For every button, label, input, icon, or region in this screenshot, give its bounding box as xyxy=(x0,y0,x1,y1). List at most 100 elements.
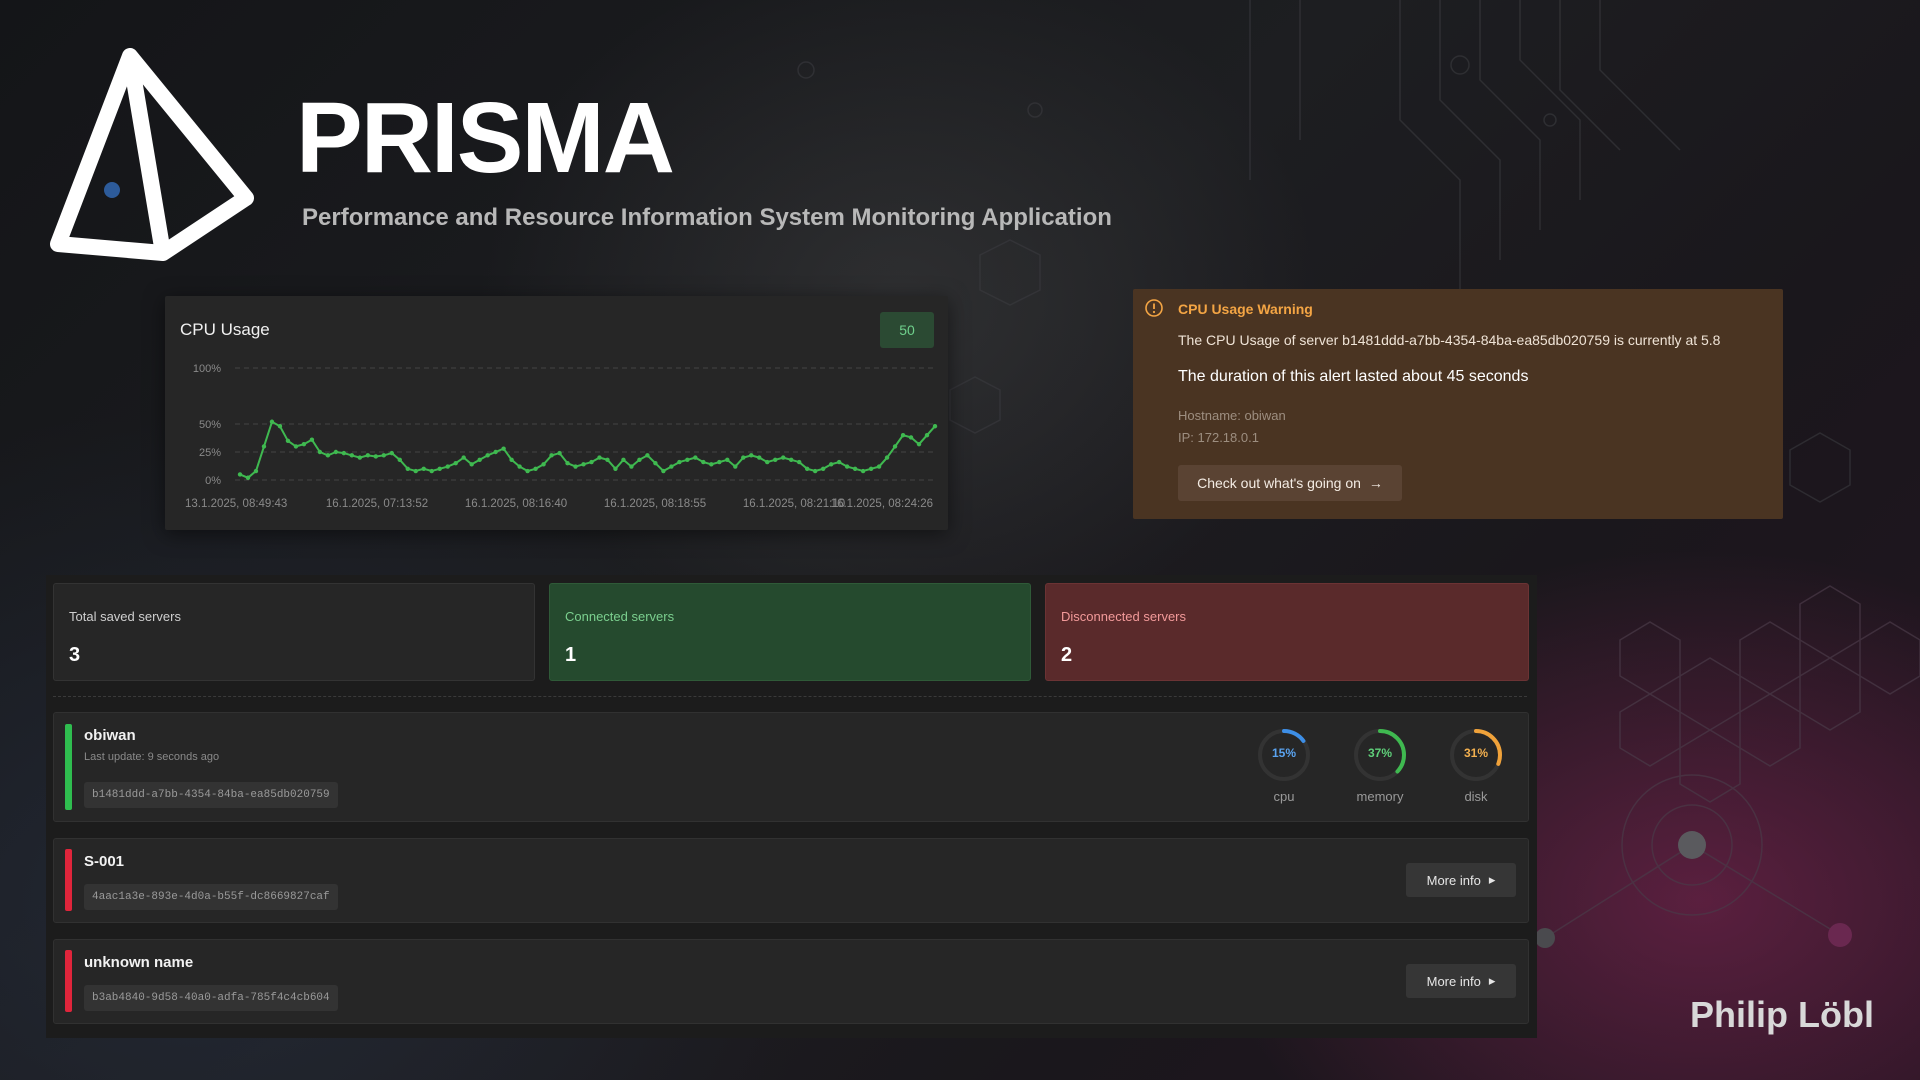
data-point xyxy=(605,457,610,463)
data-point xyxy=(844,464,850,469)
connected-servers-card: Connected servers 1 xyxy=(549,583,1031,681)
server-uuid: b1481ddd-a7bb-4354-84ba-ea85db020759 xyxy=(84,782,338,808)
data-point xyxy=(884,455,890,460)
data-point xyxy=(717,459,722,465)
data-point xyxy=(637,457,642,463)
data-point xyxy=(357,455,363,460)
data-point xyxy=(429,468,434,474)
server-uuid: 4aac1a3e-893e-4d0a-b55f-dc8669827caf xyxy=(84,884,338,910)
status-indicator-connected xyxy=(65,724,72,810)
server-row-obiwan[interactable]: obiwan Last update: 9 seconds ago b1481d… xyxy=(53,712,1529,822)
data-point xyxy=(277,424,283,429)
data-point xyxy=(804,466,810,471)
y-tick-label: 50% xyxy=(199,419,221,431)
caret-right-icon: ▸ xyxy=(1488,872,1496,887)
data-point xyxy=(661,468,666,474)
check-out-button[interactable]: Check out what's going on → xyxy=(1178,465,1402,501)
data-point xyxy=(525,468,530,474)
data-point xyxy=(828,462,834,467)
cpu-card-title: CPU Usage xyxy=(180,320,270,339)
data-point xyxy=(461,455,466,460)
data-point xyxy=(381,453,386,458)
server-name: obiwan xyxy=(84,727,136,744)
data-point xyxy=(333,449,339,455)
data-point xyxy=(868,466,874,471)
x-tick-label: 16.1.2025, 08:24:26 xyxy=(831,498,933,510)
more-info-label: More info xyxy=(1426,872,1481,888)
data-point xyxy=(341,450,347,456)
data-point xyxy=(781,455,786,460)
more-info-button[interactable]: More info ▸ xyxy=(1406,863,1516,897)
x-tick-label: 13.1.2025, 08:49:43 xyxy=(185,498,287,510)
data-point xyxy=(908,435,914,440)
server-name: S-001 xyxy=(84,853,125,870)
data-point xyxy=(517,464,522,469)
data-point xyxy=(245,475,251,480)
data-point xyxy=(900,433,906,438)
more-info-button[interactable]: More info ▸ xyxy=(1406,964,1516,998)
data-point xyxy=(820,466,826,471)
data-point xyxy=(389,450,394,456)
disk-gauge: 31% disk xyxy=(1446,727,1506,804)
data-point xyxy=(645,453,650,458)
data-point xyxy=(589,459,594,465)
data-point xyxy=(765,459,770,465)
data-point xyxy=(285,438,291,443)
data-point xyxy=(812,468,818,474)
data-point xyxy=(397,457,402,463)
status-indicator-disconnected xyxy=(65,950,72,1012)
data-point xyxy=(860,468,866,474)
alert-title: CPU Usage Warning xyxy=(1178,301,1313,317)
server-overview-panel: Total saved servers 3 Connected servers … xyxy=(46,575,1537,1038)
server-name: unknown name xyxy=(84,954,194,971)
arrow-right-icon: → xyxy=(1368,475,1383,491)
status-indicator-disconnected xyxy=(65,849,72,911)
alert-hostname: Hostname: obiwan xyxy=(1178,408,1286,423)
cpu-gauge: 15% cpu xyxy=(1254,727,1314,804)
data-point xyxy=(836,459,842,465)
last-update: Last update: 9 seconds ago xyxy=(84,751,220,763)
data-point xyxy=(317,449,323,455)
disconnected-servers-card: Disconnected servers 2 xyxy=(1045,583,1529,681)
cpu-gauge-label: cpu xyxy=(1273,789,1295,804)
cpu-threshold-badge[interactable]: 50 xyxy=(880,312,934,348)
data-point xyxy=(685,457,690,463)
disk-gauge-value: 31% xyxy=(1463,746,1489,760)
server-row-unknown[interactable]: unknown name b3ab4840-9d58-40a0-adfa-785… xyxy=(53,939,1529,1024)
connected-servers-value: 1 xyxy=(565,644,577,666)
data-point xyxy=(373,454,379,459)
data-point xyxy=(733,464,738,469)
data-point xyxy=(413,468,418,474)
data-point xyxy=(477,457,482,463)
disconnected-servers-label: Disconnected servers xyxy=(1061,609,1186,624)
data-point xyxy=(757,455,762,460)
server-row-s-001[interactable]: S-001 4aac1a3e-893e-4d0a-b55f-dc8669827c… xyxy=(53,838,1529,923)
data-point xyxy=(485,453,490,458)
warning-circle-icon xyxy=(1145,299,1163,317)
data-point xyxy=(405,466,410,471)
x-tick-label: 16.1.2025, 07:13:52 xyxy=(326,498,428,510)
caret-right-icon: ▸ xyxy=(1488,973,1496,988)
memory-gauge-label: memory xyxy=(1356,789,1404,804)
data-point xyxy=(621,457,626,463)
x-tick-label: 16.1.2025, 08:18:55 xyxy=(604,498,706,510)
data-point xyxy=(437,466,442,471)
data-point xyxy=(669,464,674,469)
data-point xyxy=(253,468,259,474)
data-point xyxy=(421,466,426,471)
data-point xyxy=(725,457,730,463)
y-tick-label: 25% xyxy=(199,447,221,459)
data-point xyxy=(613,466,618,471)
data-point xyxy=(932,424,938,429)
data-point xyxy=(541,462,546,467)
data-point xyxy=(237,472,243,477)
data-point xyxy=(309,437,315,442)
app-title: PRISMA xyxy=(296,82,675,194)
data-point xyxy=(573,464,578,469)
data-point xyxy=(709,462,714,467)
data-point xyxy=(549,453,554,458)
cpu-usage-card: CPU Usage 50 100% 50% 25% 0% 13.1.2025, 08:4… xyxy=(165,296,948,530)
server-uuid: b3ab4840-9d58-40a0-adfa-785f4c4cb604 xyxy=(84,985,338,1011)
more-info-label: More info xyxy=(1426,973,1481,989)
app-subtitle: Performance and Resource Information Sys… xyxy=(302,204,1112,231)
